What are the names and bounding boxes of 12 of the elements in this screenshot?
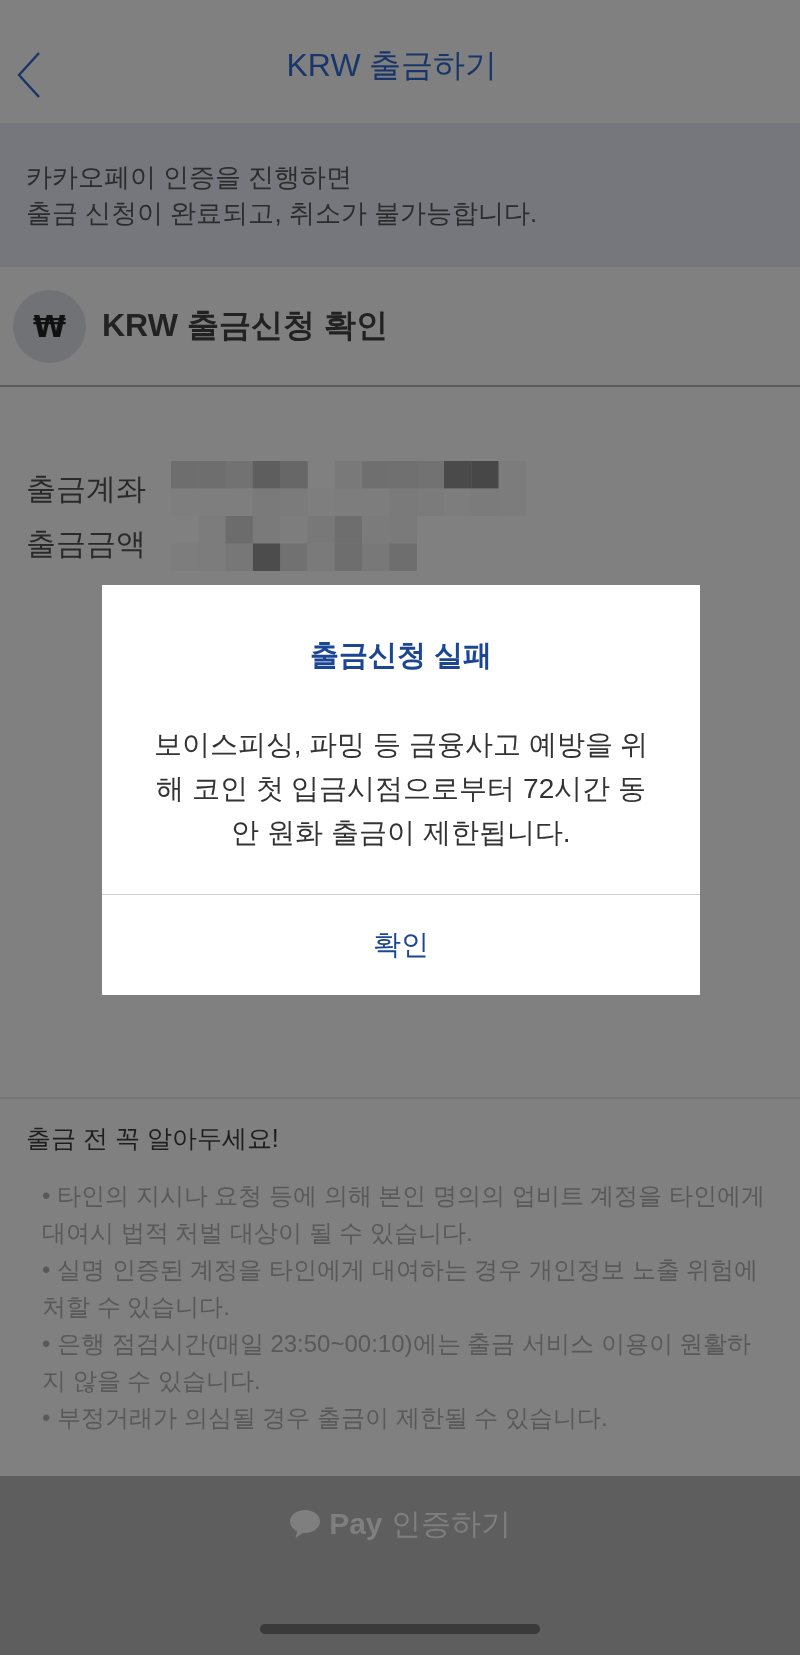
dialog-title: 출금신청 실패 — [309, 638, 493, 673]
detail-label: 출금계좌 — [26, 471, 147, 506]
chevron-left-icon — [17, 52, 41, 98]
back-button[interactable] — [16, 51, 42, 99]
section-title: KRW 출금신청 확인 — [102, 306, 388, 345]
detail-label: 출금금액 — [26, 526, 147, 561]
won-currency-icon: ₩ — [13, 289, 86, 363]
dialog-message: 보이스피싱, 파밍 등 금융사고 예방을 위해 코인 첫 입금시점으로부터 72시간 동안 원화 출금이 제한됩니다. — [152, 728, 650, 850]
notes-title: 출금 전 꼭 알아두세요! — [26, 1123, 280, 1153]
page-title: KRW 출금하기 — [286, 45, 498, 84]
banner-text: 카카오페이 인증을 진행하면 출금 신청이 완료되고, 취소가 불가능합니다. — [26, 161, 538, 230]
speech-bubble-icon — [289, 1509, 322, 1539]
